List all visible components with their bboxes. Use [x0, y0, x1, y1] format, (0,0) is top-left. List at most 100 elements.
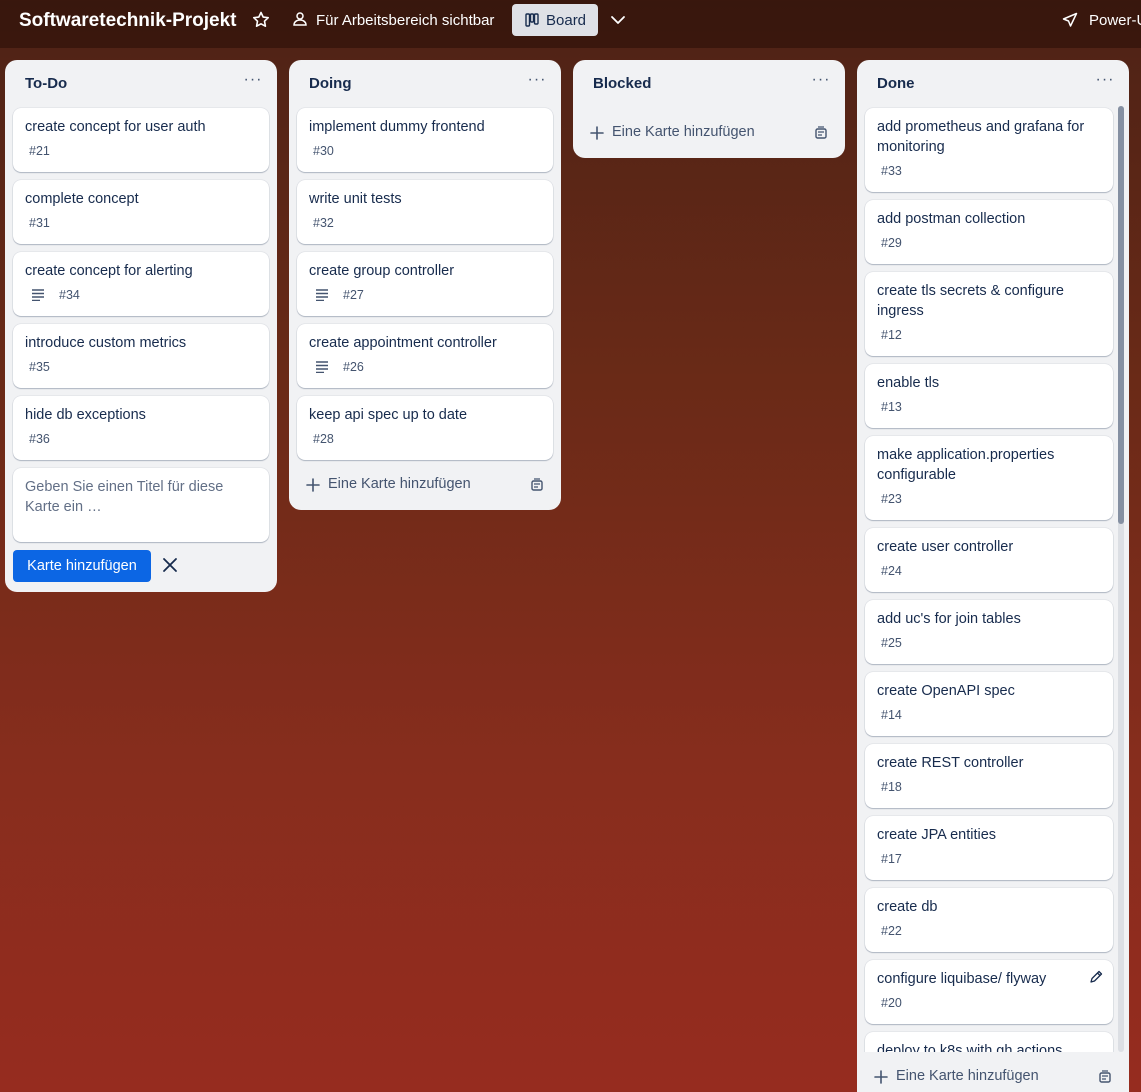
card-number: #30 — [313, 144, 334, 158]
card-number: #13 — [881, 400, 902, 414]
template-icon[interactable] — [813, 125, 829, 141]
list-item[interactable]: complete concept #31 — [13, 180, 269, 244]
star-icon[interactable] — [251, 10, 271, 30]
card-title: create user controller — [877, 539, 1014, 555]
add-card-button[interactable]: Eine Karte hinzufügen — [874, 1064, 1114, 1092]
card-number: #21 — [29, 144, 50, 158]
card-title: create concept for alerting — [25, 263, 193, 279]
list-item[interactable]: create JPA entities #17 — [865, 816, 1113, 880]
add-card-button[interactable]: Eine Karte hinzufügen — [306, 472, 546, 500]
list-item[interactable]: create tls secrets & configure ingress #… — [865, 272, 1113, 356]
list-item[interactable]: create concept for user auth #21 — [13, 108, 269, 172]
card-badges: #24 — [881, 564, 902, 578]
card-number: #28 — [313, 432, 334, 446]
card-title: create group controller — [309, 263, 455, 279]
list-item[interactable]: introduce custom metrics #35 — [13, 324, 269, 388]
template-icon[interactable] — [1097, 1069, 1113, 1085]
power-ups-button[interactable]: Power-U — [1089, 12, 1141, 29]
list-item[interactable]: implement dummy frontend #30 — [297, 108, 553, 172]
card-title-input[interactable]: Geben Sie einen Titel für diese Karte ei… — [13, 468, 269, 542]
add-card-label: Eine Karte hinzufügen — [896, 1068, 1039, 1084]
card-title: write unit tests — [309, 191, 402, 207]
people-icon[interactable] — [292, 11, 308, 27]
add-card-label: Eine Karte hinzufügen — [328, 476, 471, 492]
card-title: configure liquibase/ flyway — [877, 971, 1047, 987]
list-item[interactable]: enable tls #13 — [865, 364, 1113, 428]
list-item[interactable]: keep api spec up to date #28 — [297, 396, 553, 460]
card-number: #20 — [881, 996, 902, 1010]
add-card-button[interactable]: Eine Karte hinzufügen — [590, 120, 830, 148]
card-number: #27 — [343, 288, 364, 302]
board-view-button[interactable]: Board — [512, 4, 598, 36]
ellipsis-icon[interactable]: ··· — [241, 72, 265, 92]
chevron-down-icon[interactable] — [608, 10, 628, 30]
ellipsis-icon[interactable]: ··· — [809, 72, 833, 92]
board-title[interactable]: Softwaretechnik-Projekt — [19, 10, 237, 32]
card-badges: #17 — [881, 852, 902, 866]
pencil-icon[interactable] — [1089, 970, 1103, 984]
add-card-submit-button[interactable]: Karte hinzufügen — [13, 550, 151, 582]
add-card-label: Eine Karte hinzufügen — [612, 124, 755, 140]
list-item[interactable]: create concept for alerting #34 — [13, 252, 269, 316]
template-icon[interactable] — [529, 477, 545, 493]
card-badges: #13 — [881, 400, 902, 414]
plus-icon — [590, 126, 604, 140]
list-item[interactable]: create OpenAPI spec #14 — [865, 672, 1113, 736]
card-badges: #14 — [881, 708, 902, 722]
rocket-icon[interactable] — [1062, 12, 1078, 28]
card-title: implement dummy frontend — [309, 119, 485, 135]
card-title: create db — [877, 899, 938, 915]
list-item[interactable]: add prometheus and grafana for monitorin… — [865, 108, 1113, 192]
list-title[interactable]: Doing — [309, 75, 352, 92]
list-item[interactable]: create db #22 — [865, 888, 1113, 952]
close-icon[interactable] — [161, 556, 179, 574]
description-icon — [316, 289, 328, 301]
list-title[interactable]: Blocked — [593, 75, 651, 92]
card-badges: #30 — [313, 144, 334, 158]
list-item[interactable]: create REST controller #18 — [865, 744, 1113, 808]
list-item[interactable]: add uc's for join tables #25 — [865, 600, 1113, 664]
list-item[interactable]: hide db exceptions #36 — [13, 396, 269, 460]
card-badges: #29 — [881, 236, 902, 250]
card-number: #29 — [881, 236, 902, 250]
list-item[interactable]: create appointment controller #26 — [297, 324, 553, 388]
card-title: create JPA entities — [877, 827, 997, 843]
card-number: #32 — [313, 216, 334, 230]
card-badges: #18 — [881, 780, 902, 794]
card-title: create OpenAPI spec — [877, 683, 1015, 699]
card-badges: #33 — [881, 164, 902, 178]
list-item[interactable]: add postman collection #29 — [865, 200, 1113, 264]
list-todo: To-Do ··· create concept for user auth #… — [5, 60, 277, 592]
card-title: make application.properties configurable — [877, 447, 1055, 483]
board-view-label: Board — [546, 12, 587, 29]
list-item[interactable]: make application.properties configurable… — [865, 436, 1113, 520]
card-badges: #12 — [881, 328, 902, 342]
card-badges: #34 — [29, 288, 80, 302]
visibility-label[interactable]: Für Arbeitsbereich sichtbar — [316, 12, 494, 29]
card-number: #36 — [29, 432, 50, 446]
card-title: create appointment controller — [309, 335, 497, 351]
card-title: complete concept — [25, 191, 139, 207]
list-item[interactable]: create group controller #27 — [297, 252, 553, 316]
card-badges: #26 — [313, 360, 364, 374]
card-number: #23 — [881, 492, 902, 506]
board-header: Softwaretechnik-Projekt Für Arbeitsberei… — [0, 0, 1141, 48]
card-title: create tls secrets & configure ingress — [877, 283, 1064, 319]
card-badges: #36 — [29, 432, 50, 446]
card-number: #33 — [881, 164, 902, 178]
list-item[interactable]: write unit tests #32 — [297, 180, 553, 244]
composer-placeholder: Geben Sie einen Titel für diese Karte ei… — [25, 479, 224, 515]
ellipsis-icon[interactable]: ··· — [525, 72, 549, 92]
card-badges: #22 — [881, 924, 902, 938]
list-item[interactable]: configure liquibase/ flyway #20 — [865, 960, 1113, 1024]
list-title[interactable]: To-Do — [25, 75, 67, 92]
card-badges: #23 — [881, 492, 902, 506]
card-number: #26 — [343, 360, 364, 374]
card-title: add postman collection — [877, 211, 1026, 227]
list-item[interactable]: create user controller #24 — [865, 528, 1113, 592]
plus-icon — [306, 478, 320, 492]
card-number: #22 — [881, 924, 902, 938]
list-item[interactable]: deploy to k8s with gh actions — [865, 1032, 1113, 1052]
card-title: hide db exceptions — [25, 407, 146, 423]
card-badges: #27 — [313, 288, 364, 302]
